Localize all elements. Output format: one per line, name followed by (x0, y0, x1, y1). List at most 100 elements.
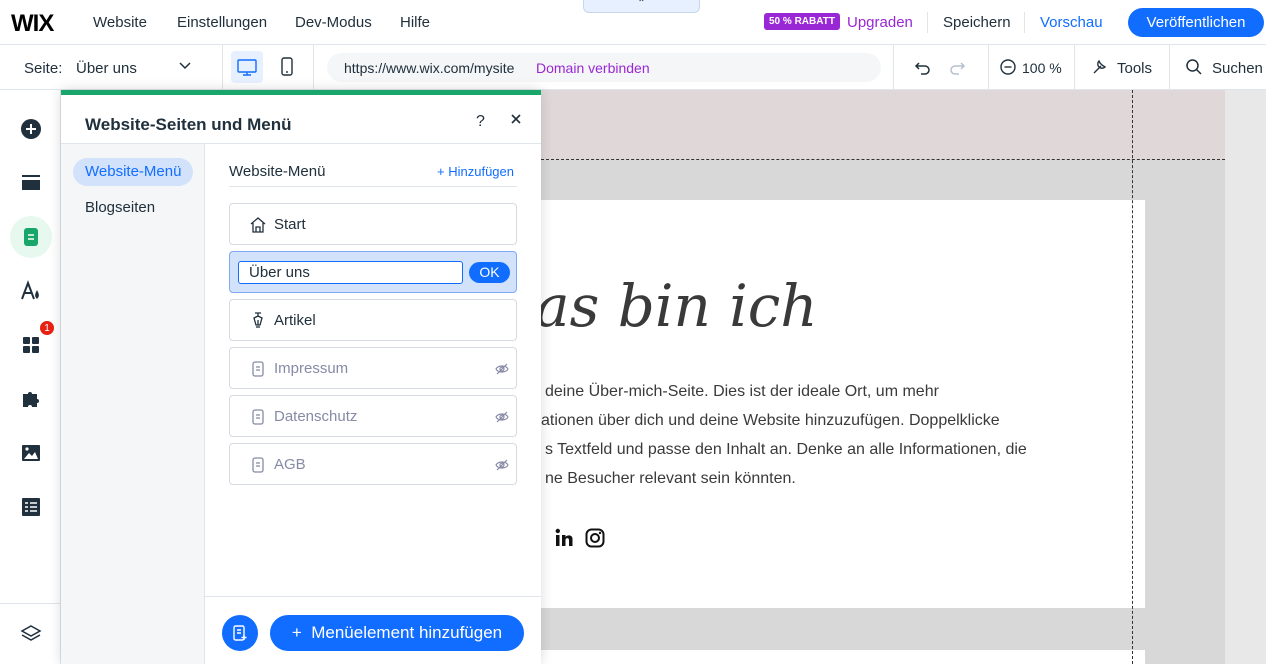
divider (927, 12, 928, 33)
design-button[interactable] (10, 270, 52, 312)
ok-button[interactable]: OK (469, 262, 510, 283)
add-section-button[interactable] (10, 162, 52, 204)
about-heading[interactable]: as bin ich (535, 272, 818, 340)
plus-icon: + (291, 623, 312, 642)
top-bar: WIX Website Einstellungen Dev-Modus Hilf… (0, 0, 1266, 45)
paragraph-line: deine Über-mich-Seite. Dies ist der idea… (545, 383, 939, 400)
nav-blog-pages[interactable]: Blogseiten (73, 194, 167, 222)
page-selector[interactable]: Über uns (76, 60, 137, 77)
page-icon (252, 409, 264, 425)
about-section[interactable]: as bin ich deine Über-mich-Seite. Dies i… (532, 200, 1145, 608)
editor-canvas[interactable]: as bin ich deine Über-mich-Seite. Dies i… (532, 90, 1266, 664)
grid-guide-line (1132, 90, 1133, 664)
add-menu-item-label: Menüelement hinzufügen (311, 623, 503, 642)
menu-item-terms[interactable]: AGB (229, 443, 517, 485)
panel-nav: Website-Menü Blogseiten (61, 144, 205, 664)
tools-icon (1093, 59, 1107, 74)
site-pages-panel: Website-Seiten und Menü ? Website-Menü B… (61, 90, 541, 664)
plus-circle-icon (21, 119, 41, 139)
layers-icon (20, 625, 42, 641)
hidden-eye-icon[interactable] (495, 458, 509, 472)
divider (988, 45, 989, 90)
page-icon (24, 228, 38, 246)
next-section[interactable] (541, 650, 1145, 664)
divider (205, 596, 541, 597)
image-icon (22, 445, 40, 461)
about-paragraph[interactable]: deine Über-mich-Seite. Dies ist der idea… (541, 377, 1027, 493)
save-button[interactable]: Speichern (943, 14, 1011, 31)
add-page-link[interactable]: + Hinzufügen (437, 164, 514, 179)
search-icon (1186, 59, 1202, 75)
page-icon (252, 457, 264, 473)
preview-button[interactable]: Vorschau (1040, 14, 1103, 31)
close-icon[interactable] (508, 111, 524, 127)
add-page-label: Hinzufügen (448, 164, 514, 179)
tools-button[interactable]: Tools (1117, 60, 1152, 77)
chevron-up-icon: ⌃ (637, 0, 646, 9)
mobile-icon (281, 57, 293, 76)
layers-button[interactable] (10, 613, 52, 655)
page-icon (252, 361, 264, 377)
mobile-view-button[interactable] (271, 51, 303, 83)
menu-website[interactable]: Website (93, 14, 147, 31)
menu-dev-mode[interactable]: Dev-Modus (295, 14, 372, 31)
page-add-icon (233, 625, 247, 641)
add-page-type-button[interactable] (222, 615, 258, 651)
header-guide-line (541, 159, 1225, 160)
site-header-section[interactable] (541, 90, 1225, 160)
undo-icon[interactable] (913, 58, 933, 78)
menu-item-label: Start (274, 216, 306, 233)
rename-input[interactable] (238, 261, 463, 284)
divider (1074, 45, 1075, 90)
plus-icon: + (437, 164, 449, 179)
paragraph-line: ationen über dich und deine Website hinz… (541, 412, 1000, 429)
upgrade-link[interactable]: Upgraden (847, 14, 913, 31)
wix-logo[interactable]: WIX (11, 10, 54, 38)
menu-item-articles[interactable]: Artikel (229, 299, 517, 341)
collapse-topbar-button[interactable]: ⌃ (583, 0, 700, 13)
divider (313, 45, 314, 90)
panel-title: Website-Seiten und Menü (85, 115, 292, 134)
help-button[interactable]: ? (476, 113, 485, 131)
notification-badge: 1 (39, 320, 55, 336)
menu-item-imprint[interactable]: Impressum (229, 347, 517, 389)
nav-site-menu[interactable]: Website-Menü (73, 158, 194, 186)
menu-help[interactable]: Hilfe (400, 14, 430, 31)
paragraph-line: ne Besucher relevant sein könnten. (545, 470, 796, 487)
business-tools-button[interactable] (10, 378, 52, 420)
menu-item-about[interactable]: OK (229, 251, 517, 293)
pages-menu-button[interactable] (10, 216, 52, 258)
add-menu-item-button[interactable]: + Menüelement hinzufügen (270, 615, 524, 651)
paragraph-line: s Textfeld und passe den Inhalt an. Denk… (545, 441, 1027, 458)
theme-icon (21, 280, 39, 300)
editor-toolbar: Seite: Über uns https://www.wix.com/mysi… (0, 45, 1266, 90)
canvas-gutter (1225, 90, 1266, 664)
zoom-out-icon[interactable] (999, 58, 1017, 76)
desktop-view-button[interactable] (231, 51, 263, 83)
left-rail: 1 (0, 90, 61, 664)
discount-badge: 50 % RABATT (764, 13, 840, 30)
table-icon (22, 498, 40, 516)
instagram-icon[interactable] (585, 528, 605, 548)
menu-settings[interactable]: Einstellungen (177, 14, 267, 31)
menu-item-label: AGB (274, 456, 306, 473)
search-button[interactable]: Suchen (1212, 60, 1263, 77)
linkedin-icon[interactable] (555, 528, 574, 548)
menu-item-start[interactable]: Start (229, 203, 517, 245)
menu-item-privacy[interactable]: Datenschutz (229, 395, 517, 437)
divider (1024, 12, 1025, 33)
hidden-eye-icon[interactable] (495, 410, 509, 424)
hidden-eye-icon[interactable] (495, 362, 509, 376)
publish-button[interactable]: Veröffentlichen (1128, 8, 1264, 37)
redo-icon[interactable] (947, 58, 967, 78)
add-elements-button[interactable] (10, 108, 52, 150)
menu-item-label: Impressum (274, 360, 349, 377)
menu-item-label: Datenschutz (274, 408, 358, 425)
chevron-down-icon[interactable] (178, 58, 192, 72)
zoom-level[interactable]: 100 % (1022, 60, 1062, 76)
sections-icon (22, 175, 40, 190)
cms-button[interactable] (10, 486, 52, 528)
divider (229, 186, 517, 187)
connect-domain-link[interactable]: Domain verbinden (536, 60, 650, 76)
media-button[interactable] (10, 432, 52, 474)
